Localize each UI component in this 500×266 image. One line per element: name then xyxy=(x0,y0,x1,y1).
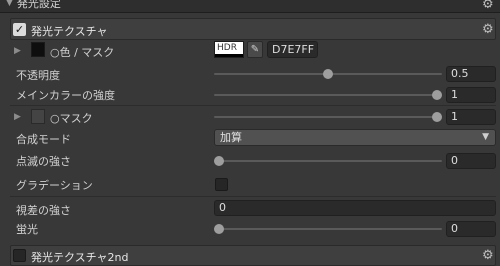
blink-strength-value-field[interactable]: 0 xyxy=(446,153,496,169)
opacity-value-field[interactable]: 0.5 xyxy=(446,66,496,82)
blink-strength-label: 点滅の強さ xyxy=(16,155,71,168)
parallax-strength-value-field[interactable]: 0 xyxy=(214,200,496,216)
blend-mode-label: 合成モード xyxy=(16,133,71,146)
hdr-label: HDR xyxy=(217,43,237,53)
hdr-color-swatch[interactable]: HDR xyxy=(214,41,244,58)
blend-mode-selected: 加算 xyxy=(220,131,242,144)
opacity-slider-knob[interactable] xyxy=(323,69,333,79)
color-mask-label: ○色 / マスク xyxy=(50,46,115,59)
check-icon: ✓ xyxy=(14,23,25,36)
triangle-right-icon[interactable]: ▶ xyxy=(14,112,21,122)
main-color-strength-slider-knob[interactable] xyxy=(432,90,442,100)
mask-value-field[interactable]: 1 xyxy=(446,109,496,125)
mask-texture-slot[interactable] xyxy=(31,109,45,124)
mask-slider-knob[interactable] xyxy=(432,112,442,122)
main-color-strength-label: メインカラーの強度 xyxy=(16,89,115,102)
eyedropper-icon[interactable]: ✎ xyxy=(247,41,263,58)
triangle-right-icon[interactable]: ▶ xyxy=(14,46,21,56)
fluorescence-label: 蛍光 xyxy=(16,223,38,236)
section-header-emission-settings[interactable]: ▼ 発光設定 xyxy=(0,0,500,13)
emission-texture-title: 発光テクスチャ xyxy=(31,25,108,38)
divider xyxy=(10,105,496,106)
section-title: 発光設定 xyxy=(16,0,61,10)
emission-texture-2nd-title: 発光テクスチャ2nd xyxy=(31,251,129,264)
blend-mode-dropdown[interactable]: 加算 ▼ xyxy=(214,129,496,146)
emission-enable-checkbox[interactable]: ✓ xyxy=(13,23,26,36)
gear-icon[interactable]: ⚙ xyxy=(482,22,494,37)
main-color-strength-value-field[interactable]: 1 xyxy=(446,87,496,103)
opacity-label: 不透明度 xyxy=(16,69,60,82)
gear-icon[interactable]: ⚙ xyxy=(482,248,494,263)
gradation-label: グラデーション xyxy=(16,179,93,192)
gradation-checkbox[interactable] xyxy=(215,178,228,191)
texture-slot-thumbnail[interactable] xyxy=(31,42,45,57)
mask-slider-track[interactable] xyxy=(214,116,442,118)
chevron-down-icon: ▼ xyxy=(482,132,489,142)
main-color-strength-slider-track[interactable] xyxy=(214,94,442,96)
mask-label: ○マスク xyxy=(50,112,93,125)
divider xyxy=(10,196,496,197)
hex-color-field[interactable]: D7E7FF xyxy=(267,41,318,58)
parallax-strength-label: 視差の強さ xyxy=(16,204,71,217)
blink-strength-slider-track[interactable] xyxy=(214,160,442,162)
fluorescence-slider-knob[interactable] xyxy=(214,224,224,234)
fluorescence-value-field[interactable]: 0 xyxy=(446,221,496,237)
blink-strength-slider-knob[interactable] xyxy=(214,156,224,166)
triangle-down-icon: ▼ xyxy=(6,0,13,8)
emission-2nd-enable-checkbox[interactable] xyxy=(13,249,26,262)
gear-icon[interactable]: ⚙ xyxy=(482,0,494,12)
fluorescence-slider-track[interactable] xyxy=(214,228,442,230)
